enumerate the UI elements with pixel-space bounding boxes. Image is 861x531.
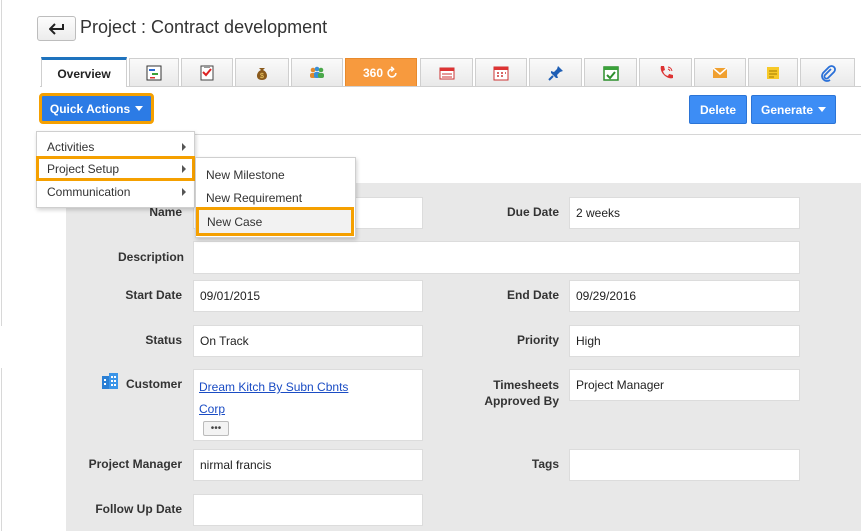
list-icon bbox=[439, 67, 454, 79]
priority-field[interactable]: High bbox=[569, 325, 800, 357]
quick-actions-label: Quick Actions bbox=[49, 101, 131, 116]
tab-360-label: 360 bbox=[362, 65, 384, 80]
phone-icon bbox=[660, 65, 673, 78]
tab-calendar-check[interactable] bbox=[584, 58, 637, 86]
project-manager-label: Project Manager bbox=[88, 457, 182, 471]
tab-pin[interactable] bbox=[529, 58, 582, 86]
timesheets-label-line1: Timesheets bbox=[493, 378, 559, 392]
project-manager-field[interactable]: nirmal francis bbox=[193, 449, 423, 481]
menu-item-activities-label: Activities bbox=[47, 139, 95, 154]
money-bag-icon: $ bbox=[257, 67, 267, 80]
svg-text:$: $ bbox=[260, 73, 264, 80]
more-options-button[interactable]: ••• bbox=[203, 421, 229, 436]
generate-button[interactable]: Generate bbox=[751, 95, 836, 124]
refresh-icon bbox=[387, 65, 397, 78]
calendar-icon bbox=[493, 66, 509, 80]
tags-field[interactable] bbox=[569, 449, 800, 481]
note-icon bbox=[767, 66, 779, 79]
start-date-field[interactable]: 09/01/2015 bbox=[193, 280, 423, 312]
chevron-down-icon bbox=[135, 106, 144, 111]
timesheets-label-line2: Approved By bbox=[484, 394, 559, 408]
gantt-icon bbox=[146, 65, 162, 80]
project-setup-submenu: New Milestone New Requirement New Case bbox=[195, 157, 356, 238]
follow-up-date-field[interactable] bbox=[193, 494, 423, 526]
back-button[interactable] bbox=[37, 16, 76, 41]
tab-gantt[interactable] bbox=[129, 58, 179, 86]
tab-phone[interactable] bbox=[639, 58, 692, 86]
team-icon bbox=[310, 66, 324, 78]
delete-label: Delete bbox=[699, 102, 737, 117]
tab-attachments[interactable] bbox=[800, 58, 855, 86]
tab-list[interactable] bbox=[420, 58, 473, 86]
paperclip-icon bbox=[820, 64, 836, 82]
generate-label: Generate bbox=[760, 102, 814, 117]
back-arrow-icon bbox=[48, 22, 64, 35]
follow-up-date-label: Follow Up Date bbox=[95, 502, 182, 516]
tab-mail[interactable] bbox=[694, 58, 746, 86]
new-case-label: New Case bbox=[207, 214, 263, 229]
chevron-right-icon bbox=[182, 187, 186, 196]
submenu-item-new-case[interactable]: New Case bbox=[196, 207, 354, 236]
tags-label: Tags bbox=[531, 457, 559, 471]
priority-label: Priority bbox=[516, 333, 559, 347]
submenu-item-new-requirement[interactable]: New Requirement bbox=[196, 186, 355, 209]
new-requirement-label: New Requirement bbox=[206, 190, 303, 205]
submenu-item-new-milestone[interactable]: New Milestone bbox=[196, 163, 355, 186]
new-milestone-label: New Milestone bbox=[206, 167, 285, 182]
toolbar-divider bbox=[195, 134, 861, 135]
description-field[interactable] bbox=[193, 241, 800, 274]
menu-item-communication-label: Communication bbox=[47, 184, 131, 199]
customer-label: Customer bbox=[125, 377, 182, 391]
timesheets-approved-field[interactable]: Project Manager bbox=[569, 369, 800, 401]
mail-icon bbox=[712, 66, 728, 78]
chevron-right-icon bbox=[182, 142, 186, 151]
customer-link[interactable]: Dream Kitch By Subn Cbnts bbox=[199, 380, 348, 394]
left-edge-divider bbox=[0, 0, 2, 326]
delete-button[interactable]: Delete bbox=[689, 95, 747, 124]
quick-actions-menu: Activities Project Setup Communication bbox=[36, 131, 195, 208]
description-label: Description bbox=[117, 250, 184, 264]
calendar-check-icon bbox=[602, 65, 619, 81]
chevron-down-icon bbox=[818, 107, 827, 112]
page-title: Project : Contract development bbox=[80, 17, 328, 37]
customer-link-line2[interactable]: Corp bbox=[199, 402, 225, 416]
building-icon bbox=[102, 373, 118, 389]
menu-item-communication[interactable]: Communication bbox=[37, 180, 194, 203]
status-field[interactable]: On Track bbox=[193, 325, 423, 357]
tab-overview[interactable]: Overview bbox=[41, 57, 127, 87]
end-date-label: End Date bbox=[506, 288, 559, 302]
quick-actions-button[interactable]: Quick Actions bbox=[39, 93, 154, 124]
due-date-field[interactable]: 2 weeks bbox=[569, 197, 800, 229]
tab-tasks[interactable] bbox=[181, 58, 233, 86]
menu-item-project-setup[interactable]: Project Setup bbox=[36, 156, 195, 181]
status-label: Status bbox=[145, 333, 182, 347]
start-date-label: Start Date bbox=[125, 288, 182, 302]
task-list-icon bbox=[200, 64, 214, 80]
left-edge-divider-lower bbox=[0, 368, 2, 531]
tab-calendar[interactable] bbox=[475, 58, 527, 86]
timesheets-approved-label: Timesheets Approved By bbox=[460, 377, 559, 409]
chevron-right-icon bbox=[182, 164, 186, 173]
pin-icon bbox=[547, 65, 563, 81]
due-date-label: Due Date bbox=[506, 205, 559, 219]
tab-360[interactable]: 360 bbox=[345, 58, 417, 86]
tab-budget[interactable]: $ bbox=[235, 58, 289, 86]
tab-overview-label: Overview bbox=[57, 66, 111, 81]
menu-item-project-setup-label: Project Setup bbox=[47, 161, 120, 176]
end-date-field[interactable]: 09/29/2016 bbox=[569, 280, 800, 312]
tab-team[interactable] bbox=[291, 58, 343, 86]
menu-item-activities[interactable]: Activities bbox=[37, 135, 194, 158]
tab-note[interactable] bbox=[748, 58, 798, 86]
